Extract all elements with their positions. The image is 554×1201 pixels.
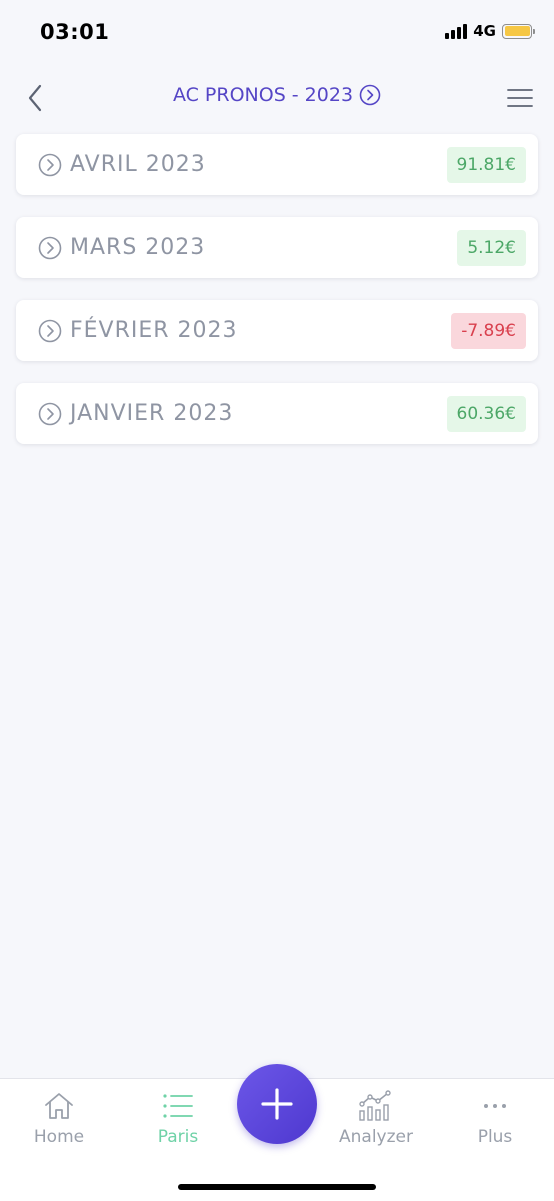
chart-icon	[358, 1089, 394, 1123]
battery-level	[504, 26, 530, 36]
month-card-mars[interactable]: MARS 2023 5.12€	[16, 217, 538, 278]
circle-chevron-right-icon	[38, 319, 62, 342]
amount-badge: 60.36€	[446, 395, 526, 432]
circle-chevron-right-icon	[38, 236, 62, 259]
month-label: AVRIL 2023	[70, 152, 206, 177]
tab-analyzer-label: Analyzer	[339, 1127, 413, 1147]
month-label: MARS 2023	[70, 235, 206, 260]
circle-chevron-right-icon	[359, 84, 381, 106]
tab-home-label: Home	[33, 1127, 85, 1147]
amount-badge: -7.89€	[451, 312, 526, 349]
status-bar: 03:01 4G	[0, 0, 554, 66]
month-card-avril[interactable]: AVRIL 2023 91.81€	[16, 134, 538, 195]
tab-home[interactable]: Home	[4, 1089, 114, 1147]
more-dots-icon	[483, 1089, 507, 1123]
month-card-fevrier[interactable]: FÉVRIER 2023 -7.89€	[16, 300, 538, 361]
tab-bar: Home Paris Analyzer Plus	[0, 1064, 554, 1201]
tab-paris[interactable]: Paris	[123, 1089, 233, 1147]
status-time: 03:01	[40, 20, 110, 44]
amount-badge: 5.12€	[457, 229, 526, 266]
month-card-left: AVRIL 2023	[38, 152, 206, 177]
page-title-text: AC PRONOS - 2023	[172, 84, 354, 106]
tab-paris-label: Paris	[157, 1127, 199, 1147]
network-type: 4G	[473, 22, 496, 40]
hamburger-menu-icon	[507, 89, 533, 107]
month-card-left: JANVIER 2023	[38, 401, 233, 426]
battery-icon	[502, 23, 535, 39]
month-label: JANVIER 2023	[70, 401, 234, 426]
amount-badge: 91.81€	[446, 146, 526, 183]
month-list: AVRIL 2023 91.81€ MARS 2023 5.12€ FÉVRIE…	[16, 134, 538, 466]
tab-plus[interactable]: Plus	[440, 1089, 550, 1147]
month-label: FÉVRIER 2023	[70, 318, 238, 343]
nav-header: AC PRONOS - 2023	[0, 76, 554, 120]
page-title[interactable]: AC PRONOS - 2023	[0, 84, 554, 106]
status-indicators: 4G	[445, 22, 535, 40]
menu-button[interactable]	[506, 86, 534, 110]
home-indicator	[178, 1184, 376, 1190]
add-bet-button[interactable]	[237, 1064, 317, 1144]
list-icon	[162, 1089, 194, 1123]
circle-chevron-right-icon	[38, 402, 62, 425]
month-card-left: FÉVRIER 2023	[38, 318, 238, 343]
month-card-janvier[interactable]: JANVIER 2023 60.36€	[16, 383, 538, 444]
home-icon	[43, 1089, 75, 1123]
circle-chevron-right-icon	[38, 153, 62, 176]
tab-plus-label: Plus	[477, 1127, 513, 1147]
month-card-left: MARS 2023	[38, 235, 205, 260]
tab-analyzer[interactable]: Analyzer	[321, 1089, 431, 1147]
signal-icon	[445, 23, 468, 39]
plus-icon	[261, 1088, 293, 1120]
